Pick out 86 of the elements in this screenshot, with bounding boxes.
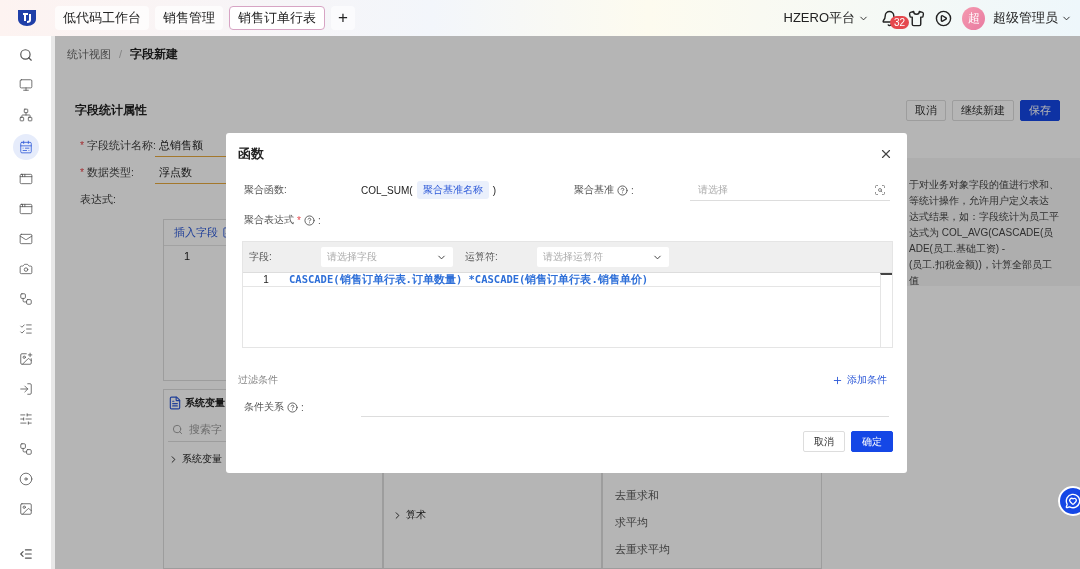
collapse-icon[interactable] [18,547,33,561]
breadcrumb-link[interactable]: 统计视图 [67,46,111,62]
image-icon [18,352,33,366]
help-text: 等统计操作，允许用户定义表达 [909,194,1049,207]
close-button[interactable] [879,147,893,161]
close-icon [879,147,893,161]
mail-icon [18,232,33,246]
plus-icon [832,374,843,386]
window-icon [18,202,33,216]
help-icon [287,401,298,413]
scrollbar[interactable] [880,273,892,347]
search-icon [172,424,183,435]
tree-item[interactable]: 系统变量 [168,452,222,466]
required-mark: * [80,165,85,180]
help-text: ADE(员工.基础工资) - [909,242,1006,255]
shirt-icon[interactable] [908,9,925,27]
field-label: 字段统计名称: [87,138,156,153]
tab[interactable]: 销售管理 [155,6,223,30]
tab[interactable]: 销售订单行表 [229,6,325,30]
tab[interactable]: 低代码工作台 [55,6,149,30]
help-text: 于对业务对象字段的值进行求和、 [909,178,1059,191]
colon-text: : [631,184,634,196]
colon-text: : [301,401,304,413]
function-item[interactable]: 去重求和 [615,488,817,503]
search-icon[interactable] [18,48,33,62]
notification-badge: 32 [890,15,910,29]
network-icon [18,108,33,122]
help-text: 值 [909,274,919,287]
function-item[interactable]: 求平均 [615,515,817,530]
workflow-icon [18,442,33,456]
action-button[interactable]: 取消 [906,99,946,121]
disc-icon [18,472,33,486]
help-text: 达式结果，如：字段统计为员工平 [909,210,1059,223]
field-label: 数据类型: [87,165,134,180]
required-mark: * [80,138,85,153]
function-close: ) [492,184,497,196]
field-label: 聚合表达式 [244,213,294,227]
colon-text: : [317,214,321,226]
field-label: 条件关系 [244,400,284,414]
chat-icon [1065,493,1080,509]
function-name: COL_SUM( [361,184,413,196]
login-icon [18,382,33,396]
tree-item[interactable]: 算术 [391,508,426,522]
workflow-icon [18,292,33,306]
field-label: 聚合函数: [244,183,288,197]
section-title: 字段统计属性 [75,101,148,119]
user-menu[interactable]: 超级管理员 [993,9,1072,27]
breadcrumb-separator: / [119,48,123,60]
breadcrumb-current: 字段新建 [130,45,179,63]
field-label: 表达式: [79,192,117,207]
field-label: 聚合基准 [574,183,614,197]
monitor-icon [18,78,33,92]
section-title: 过滤条件 [238,373,278,387]
function-item[interactable]: 去重求平均 [615,542,817,557]
chat-button[interactable] [1058,486,1080,516]
play-icon[interactable] [935,9,952,27]
calendar-icon [18,140,33,154]
sliders-icon [18,412,33,426]
field-label: 运算符: [465,250,499,264]
window-icon [18,172,33,186]
field-label: 字段: [249,250,273,264]
camera-icon [18,262,33,276]
platform-selector[interactable]: HZERO平台 [783,9,869,27]
function-tag: 聚合基准名称 [416,181,489,199]
help-icon [303,214,315,226]
search-list-icon [874,183,886,196]
required-mark: * [297,214,301,226]
save-button[interactable]: 保存 [1020,99,1060,121]
line-number: 1 [262,274,270,285]
panel-title: 系统变量 [185,396,225,410]
dialog-title: 函数 [238,145,264,163]
help-text: (员工.扣税金额))，计算全部员工 [909,258,1052,271]
help-icon [617,184,628,196]
add-tab-button[interactable]: + [331,6,355,30]
image-icon [18,502,33,516]
sidebar-item[interactable] [12,134,39,160]
cancel-button[interactable]: 取消 [803,431,845,452]
action-button[interactable]: 继续新建 [952,99,1014,121]
list-icon [18,322,33,336]
help-text: 达式为 COL_AVG(CASCADE(员 [909,226,1054,239]
logo-icon [17,9,37,27]
add-condition-link[interactable]: 添加条件 [832,373,887,387]
line-number: 1 [184,250,191,262]
document-icon [168,396,182,410]
code-text: CASCADE(销售订单行表.订单数量) *CASCADE(销售订单行表.销售单价) [289,272,649,287]
confirm-button[interactable]: 确定 [851,431,893,452]
